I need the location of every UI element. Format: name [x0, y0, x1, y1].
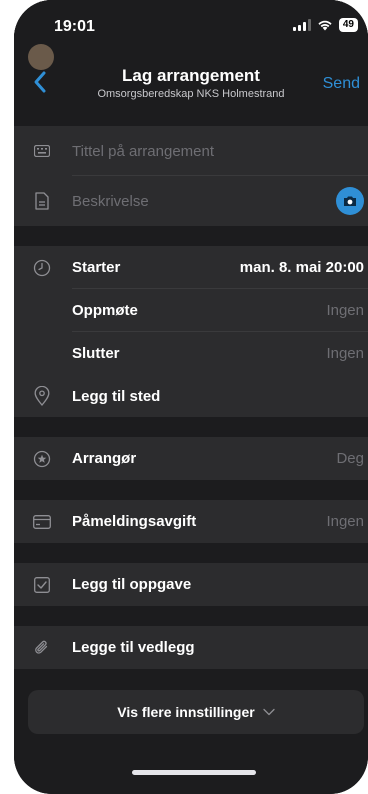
location-pin-icon — [32, 386, 52, 406]
phone-frame: 19:01 49 Lag arrangement Omsorgsberedska… — [14, 0, 368, 794]
fee-label: Påmeldingsavgift — [72, 513, 197, 530]
nav-bar: Lag arrangement Omsorgsberedskap NKS Hol… — [14, 58, 368, 114]
description-placeholder: Beskrivelse — [72, 192, 149, 210]
status-icons: 49 — [292, 18, 358, 32]
wifi-icon — [318, 20, 332, 31]
meet-value[interactable]: Ingen — [326, 302, 364, 319]
spacer — [14, 226, 368, 246]
keyboard-icon — [32, 141, 52, 161]
status-bar: 19:01 49 — [14, 0, 368, 50]
organizer-section: Arrangør Deg — [14, 437, 368, 480]
more-settings-button[interactable]: Vis flere innstillinger — [28, 690, 364, 734]
page-title: Lag arrangement — [122, 66, 260, 85]
home-indicator[interactable] — [132, 770, 256, 775]
spacer — [14, 543, 368, 563]
card-icon — [32, 512, 52, 532]
fee-section: Påmeldingsavgift Ingen — [14, 500, 368, 543]
star-icon — [32, 449, 52, 469]
paperclip-icon — [32, 638, 52, 658]
task-section: Legg til oppgave — [14, 563, 368, 606]
starts-row[interactable]: Starter man. 8. mai 20:00 — [14, 246, 368, 289]
location-row[interactable]: Legg til sted — [14, 375, 368, 417]
document-icon — [32, 191, 52, 211]
more-settings-label: Vis flere innstillinger — [117, 704, 255, 720]
page-subtitle: Omsorgsberedskap NKS Holmestrand — [97, 88, 285, 100]
details-section: Tittel på arrangement Beskrivelse — [14, 126, 368, 226]
starts-label: Starter — [72, 259, 121, 276]
task-row[interactable]: Legg til oppgave — [14, 563, 368, 606]
ends-label: Slutter — [72, 345, 120, 362]
title-placeholder: Tittel på arrangement — [72, 142, 215, 160]
meet-row[interactable]: Oppmøte Ingen — [14, 289, 368, 332]
attachment-row[interactable]: Legge til vedlegg — [14, 626, 368, 669]
status-time: 19:01 — [54, 18, 95, 35]
form: Tittel på arrangement Beskrivelse Starte… — [14, 126, 368, 669]
spacer — [14, 606, 368, 626]
organizer-row[interactable]: Arrangør Deg — [14, 437, 368, 480]
ends-value[interactable]: Ingen — [326, 345, 364, 362]
task-label: Legg til oppgave — [72, 576, 192, 593]
title-field[interactable]: Tittel på arrangement — [14, 126, 368, 176]
location-label: Legg til sted — [72, 387, 161, 405]
send-button[interactable]: Send — [323, 75, 360, 93]
signal-icon — [292, 19, 311, 31]
spacer — [14, 417, 368, 437]
screen: 19:01 49 Lag arrangement Omsorgsberedska… — [14, 0, 368, 794]
clock-icon — [32, 258, 52, 278]
checkbox-icon — [32, 575, 52, 595]
ends-row[interactable]: Slutter Ingen — [14, 332, 368, 375]
organizer-label: Arrangør — [72, 450, 137, 467]
description-field[interactable]: Beskrivelse — [14, 176, 368, 226]
camera-button[interactable] — [336, 187, 364, 215]
spacer — [14, 480, 368, 500]
attachment-section: Legge til vedlegg — [14, 626, 368, 669]
camera-icon — [344, 196, 356, 206]
battery-icon: 49 — [338, 18, 358, 32]
meet-label: Oppmøte — [72, 302, 138, 319]
chevron-down-icon — [263, 708, 275, 716]
time-section: Starter man. 8. mai 20:00 Oppmøte Ingen … — [14, 246, 368, 417]
attachment-label: Legge til vedlegg — [72, 639, 195, 656]
starts-value[interactable]: man. 8. mai 20:00 — [240, 259, 364, 276]
fee-value[interactable]: Ingen — [326, 513, 364, 530]
fee-row[interactable]: Påmeldingsavgift Ingen — [14, 500, 368, 543]
organizer-value[interactable]: Deg — [336, 450, 364, 467]
